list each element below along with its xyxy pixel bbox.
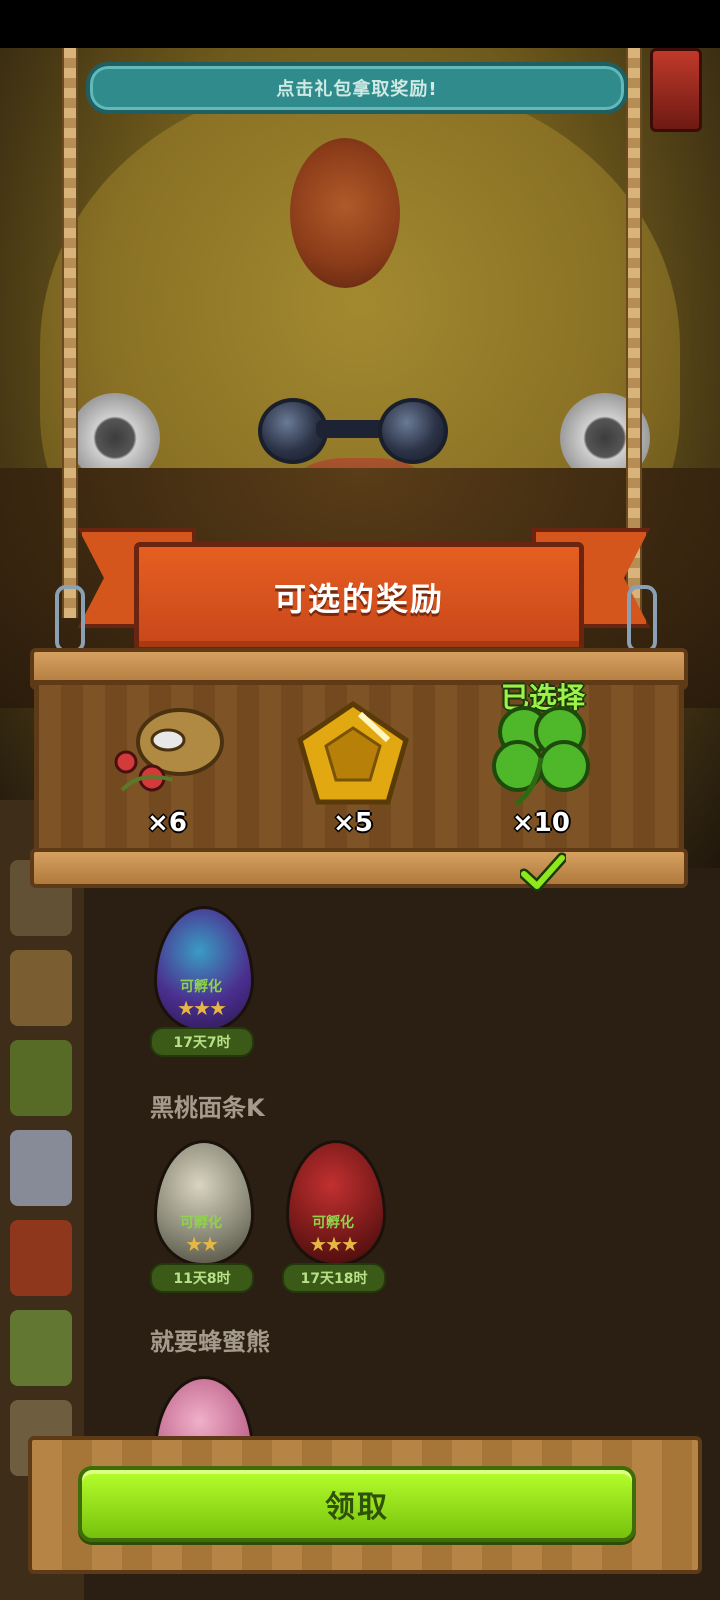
gold-gem-icon (297, 700, 409, 805)
reward-count: ×6 (147, 808, 187, 838)
status-bar (0, 0, 720, 48)
monster-list-item[interactable] (10, 950, 72, 1026)
hint-text: 点击礼包拿取奖励! (276, 79, 438, 100)
hint-banner: 点击礼包拿取奖励! (86, 62, 628, 114)
rewards-title: 可选的奖励 (273, 580, 444, 618)
reward-option-gem[interactable]: ×5 (278, 700, 428, 850)
rope-left (62, 48, 78, 618)
egg-stars: ★★ (185, 1232, 219, 1256)
claim-button-label: 领取 (325, 1490, 389, 1525)
gift-pack-icon[interactable] (650, 48, 702, 132)
four-leaf-clover-icon (492, 706, 590, 807)
bird-tuft (290, 138, 400, 288)
egg-status: 可孵化 (180, 979, 222, 995)
chain-icon (55, 585, 85, 653)
egg-owner-name: 就要蜂蜜熊 (150, 1328, 270, 1356)
bird-goggles (258, 398, 448, 464)
monster-list-item[interactable] (10, 1130, 72, 1206)
reward-option-clover[interactable]: ×10 (466, 700, 616, 850)
reward-count: ×5 (333, 808, 373, 838)
egg-owner-name: 黑桃面条K (150, 1094, 265, 1122)
monster-list-item[interactable] (10, 1220, 72, 1296)
monster-list-item[interactable] (10, 1310, 72, 1386)
checkmark-icon (520, 852, 566, 892)
goggle-lens-right (378, 398, 448, 464)
claim-button[interactable]: 领取 (78, 1466, 636, 1542)
peanut-pest-icon (114, 708, 224, 792)
chain-icon (627, 585, 657, 653)
egg-timer: 17天18时 (282, 1263, 386, 1293)
reward-option-peanut[interactable]: ×6 (92, 700, 242, 850)
egg-status: 可孵化 (180, 1215, 222, 1231)
egg-timer: 11天8时 (150, 1263, 254, 1293)
monster-list-item[interactable] (10, 1040, 72, 1116)
egg-timer: 17天7时 (150, 1027, 254, 1057)
egg-stars: ★★★ (309, 1232, 359, 1256)
egg-status: 可孵化 (312, 1215, 354, 1231)
crate-bottom-plank (30, 848, 688, 888)
reward-count: ×10 (512, 808, 570, 838)
egg-stars: ★★★ (177, 996, 227, 1020)
rewards-title-banner: 可选的奖励 (134, 542, 584, 652)
